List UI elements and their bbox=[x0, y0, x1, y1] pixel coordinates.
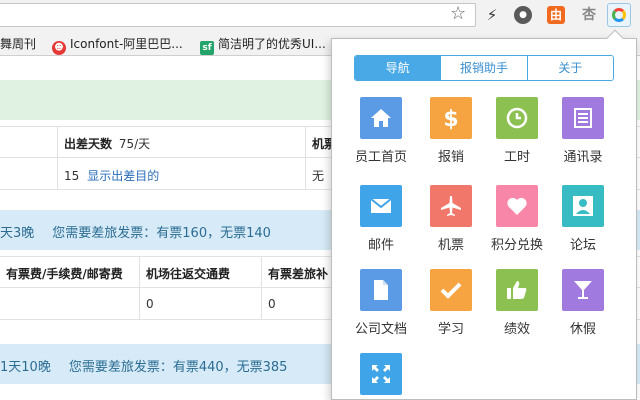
address-bar[interactable] bbox=[0, 3, 476, 27]
sf-icon: sf bbox=[200, 41, 214, 55]
list-icon bbox=[562, 97, 604, 139]
evernote-extension-icon[interactable]: ● bbox=[514, 6, 532, 24]
alien-icon: ☻ bbox=[52, 41, 66, 55]
tile-points-exchange[interactable]: 积分兑换 bbox=[484, 185, 550, 253]
user-icon bbox=[562, 185, 604, 227]
bookmark-item[interactable]: sf 简洁明了的优秀UI... bbox=[200, 35, 326, 55]
tile-directory[interactable]: 通讯录 bbox=[550, 97, 616, 165]
tile-expand[interactable] bbox=[348, 353, 414, 400]
document-icon bbox=[360, 269, 402, 311]
ring-extension-icon[interactable] bbox=[607, 3, 631, 27]
tile-learning[interactable]: 学习 bbox=[418, 269, 484, 337]
bookmark-item[interactable]: 舞周刊 bbox=[0, 35, 36, 52]
tab-navigation[interactable]: 导航 bbox=[355, 56, 441, 80]
clock-icon bbox=[496, 97, 538, 139]
tile-mail[interactable]: 邮件 bbox=[348, 185, 414, 253]
tile-forum[interactable]: 论坛 bbox=[550, 185, 616, 253]
popup-tabs: 导航 报销助手 关于 bbox=[354, 55, 614, 81]
tile-company-docs[interactable]: 公司文档 bbox=[348, 269, 414, 337]
bolt-extension-icon[interactable]: ⚡ bbox=[483, 6, 501, 24]
grey-extension-icon[interactable]: 杏 bbox=[580, 6, 598, 24]
mail-icon bbox=[360, 185, 402, 227]
expand-icon bbox=[360, 353, 402, 395]
check-icon bbox=[430, 269, 472, 311]
thumbs-up-icon bbox=[496, 269, 538, 311]
show-purpose-link[interactable]: 显示出差目的 bbox=[87, 169, 159, 183]
tile-employee-home[interactable]: 员工首页 bbox=[348, 97, 414, 165]
svg-text:$: $ bbox=[443, 107, 458, 130]
cocktail-icon bbox=[562, 269, 604, 311]
bookmark-star-icon[interactable]: ☆ bbox=[450, 3, 466, 24]
tile-reimburse[interactable]: $ 报销 bbox=[418, 97, 484, 165]
tile-flight[interactable]: 机票 bbox=[418, 185, 484, 253]
airplane-icon bbox=[430, 185, 472, 227]
dollar-icon: $ bbox=[430, 97, 472, 139]
tile-leave[interactable]: 休假 bbox=[550, 269, 616, 337]
bookmark-label: 简洁明了的优秀UI... bbox=[218, 37, 326, 51]
tile-work-hours[interactable]: 工时 bbox=[484, 97, 550, 165]
header-days: 出差天数 75/天 bbox=[58, 127, 306, 157]
tab-reimbursement-helper[interactable]: 报销助手 bbox=[440, 56, 527, 80]
tab-about[interactable]: 关于 bbox=[526, 56, 613, 80]
tile-performance[interactable]: 绩效 bbox=[484, 269, 550, 337]
browser-toolbar: ☆ ⚡ ● 由 杏 bbox=[0, 0, 640, 30]
days-value: 15 bbox=[64, 169, 80, 183]
bookmark-label: Iconfont-阿里巴巴... bbox=[70, 37, 183, 51]
orange-extension-icon[interactable]: 由 bbox=[547, 6, 565, 24]
heart-icon bbox=[496, 185, 538, 227]
home-icon bbox=[360, 97, 402, 139]
extension-popup: 导航 报销助手 关于 员工首页 $ 报销 工时 通讯录 邮件 机票 积分兑换 论… bbox=[331, 29, 637, 400]
bookmark-label: 舞周刊 bbox=[0, 37, 37, 51]
bookmark-item[interactable]: ☻ Iconfont-阿里巴巴... bbox=[52, 35, 183, 55]
